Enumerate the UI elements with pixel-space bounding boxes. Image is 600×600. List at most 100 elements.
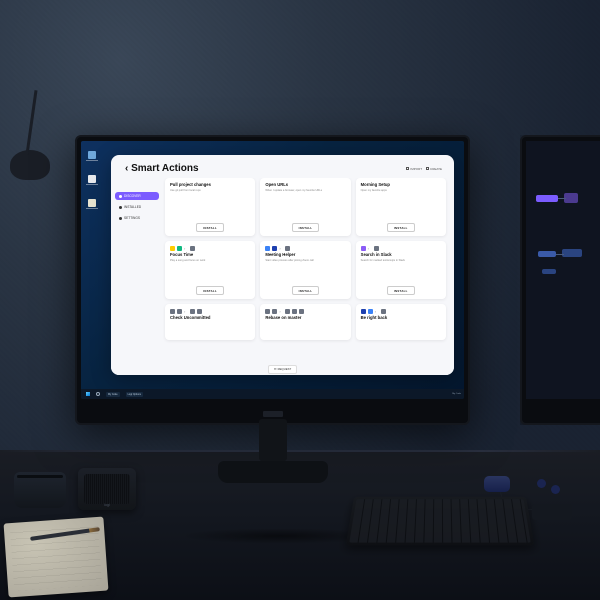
create-button[interactable]: CREATE [426, 167, 442, 171]
taskbar-app-2[interactable]: Logi Options [124, 391, 145, 397]
arrow-icon: › [375, 310, 379, 314]
gear-icon [119, 217, 122, 220]
app-icon [170, 309, 175, 314]
cards-grid-wrap: Pull project changes Use git pull from l… [163, 178, 454, 375]
page-title: Smart Actions [125, 163, 199, 174]
card-desc: Use git pull from local repo [170, 189, 250, 223]
app-icon [265, 246, 270, 251]
monitor-screen: Smart Actions IMPORT CREATE DISCOVER INS… [81, 141, 464, 399]
sidebar: DISCOVER INSTALLED SETTINGS [111, 178, 163, 375]
monitor-stand [248, 419, 298, 487]
primary-monitor: Smart Actions IMPORT CREATE DISCOVER INS… [75, 135, 470, 425]
card-desc: Play a song and focus on work [170, 259, 250, 286]
install-button[interactable]: INSTALL [387, 223, 415, 232]
earbuds-case [484, 476, 510, 492]
card-title: Rebase on master [265, 316, 345, 321]
system-tray[interactable]: My Code [452, 393, 461, 395]
action-card-meeting-helper[interactable]: › Meeting Helper Start video process aft… [260, 241, 350, 299]
bluetooth-speaker: logi [78, 468, 136, 510]
windows-taskbar: My Code Logi Options My Code [81, 389, 464, 399]
card-title: Be right back [361, 316, 441, 321]
card-desc: Open my favorite apps [361, 189, 441, 223]
card-title: Check Uncommitted [170, 316, 250, 321]
taskbar-app-1[interactable]: My Code [104, 391, 122, 397]
secondary-screen [526, 141, 600, 399]
arrow-icon: › [184, 247, 188, 251]
usb-hub [532, 504, 572, 520]
smart-actions-window: Smart Actions IMPORT CREATE DISCOVER INS… [111, 155, 454, 375]
app-body: DISCOVER INSTALLED SETTINGS Pull project… [111, 178, 454, 375]
app-icon [190, 309, 195, 314]
header-actions: IMPORT CREATE [406, 167, 442, 171]
dock-device [14, 472, 66, 508]
action-card-rebase-master[interactable]: › Rebase on master [260, 304, 350, 340]
desk-lamp [10, 150, 60, 190]
windows-icon [86, 392, 90, 396]
card-app-icons: › [265, 246, 345, 251]
action-card-check-uncommitted[interactable]: › Check Uncommitted [165, 304, 255, 340]
app-icon [299, 309, 304, 314]
secondary-monitor [520, 135, 600, 425]
install-button[interactable]: INSTALL [292, 286, 320, 295]
arrow-icon: › [279, 310, 283, 314]
sidebar-item-settings[interactable]: SETTINGS [115, 214, 159, 222]
app-footer: ✉ REQUEST [111, 363, 454, 375]
desktop-icon-recycle[interactable] [87, 151, 97, 161]
plus-icon [426, 167, 429, 170]
node-wire [558, 198, 566, 199]
card-title: Meeting Helper [265, 253, 345, 258]
check-icon [119, 206, 122, 209]
card-title: Search in Slack [361, 253, 441, 258]
speaker-brand-label: logi [104, 503, 109, 507]
taskbar-search[interactable] [94, 391, 102, 397]
app-icon [381, 309, 386, 314]
app-icon [265, 309, 270, 314]
app-icon [292, 309, 297, 314]
editor-node[interactable] [536, 195, 558, 202]
download-icon [406, 167, 409, 170]
action-card-search-slack[interactable]: › Search in Slack Search for marked text… [356, 241, 446, 299]
app-icon [374, 246, 379, 251]
action-card-morning-setup[interactable]: Morning Setup Open my favorite apps INST… [356, 178, 446, 236]
install-button[interactable]: INSTALL [292, 223, 320, 232]
app-header: Smart Actions IMPORT CREATE [111, 155, 454, 178]
cards-grid: Pull project changes Use git pull from l… [165, 178, 446, 340]
install-button[interactable]: INSTALL [196, 223, 224, 232]
action-card-pull-project[interactable]: Pull project changes Use git pull from l… [165, 178, 255, 236]
app-icon [368, 309, 373, 314]
card-app-icons: › [361, 246, 441, 251]
sidebar-item-discover[interactable]: DISCOVER [115, 192, 159, 200]
app-icon [285, 246, 290, 251]
editor-node[interactable] [542, 269, 556, 274]
monitor-logo [263, 411, 283, 417]
request-button[interactable]: ✉ REQUEST [268, 365, 297, 374]
app-icon [177, 309, 182, 314]
app-icon [177, 246, 182, 251]
earbud [537, 479, 546, 488]
card-app-icons: › [170, 246, 250, 251]
node-editor-canvas[interactable] [526, 141, 600, 399]
action-card-open-urls[interactable]: Open URLs When I update a browser, open … [260, 178, 350, 236]
install-button[interactable]: INSTALL [387, 286, 415, 295]
sidebar-item-installed[interactable]: INSTALLED [115, 203, 159, 211]
editor-node[interactable] [564, 193, 578, 203]
desktop-icon-file[interactable] [87, 175, 97, 185]
card-app-icons: › [170, 309, 250, 314]
start-button[interactable] [84, 391, 92, 397]
app-icon [361, 309, 366, 314]
editor-node[interactable] [562, 249, 582, 257]
app-icon [272, 246, 277, 251]
card-title: Open URLs [265, 183, 345, 188]
action-card-focus-time[interactable]: › Focus Time Play a song and focus on wo… [165, 241, 255, 299]
card-app-icons: › [361, 309, 441, 314]
editor-node[interactable] [538, 251, 556, 257]
app-icon [285, 309, 290, 314]
install-button[interactable]: INSTALL [196, 286, 224, 295]
action-card-brb[interactable]: › Be right back [356, 304, 446, 340]
import-button[interactable]: IMPORT [406, 167, 422, 171]
arrow-icon: › [368, 247, 372, 251]
keyboard [346, 497, 535, 546]
compass-icon [119, 195, 122, 198]
card-title: Focus Time [170, 253, 250, 258]
desktop-icon-folder[interactable] [87, 199, 97, 209]
